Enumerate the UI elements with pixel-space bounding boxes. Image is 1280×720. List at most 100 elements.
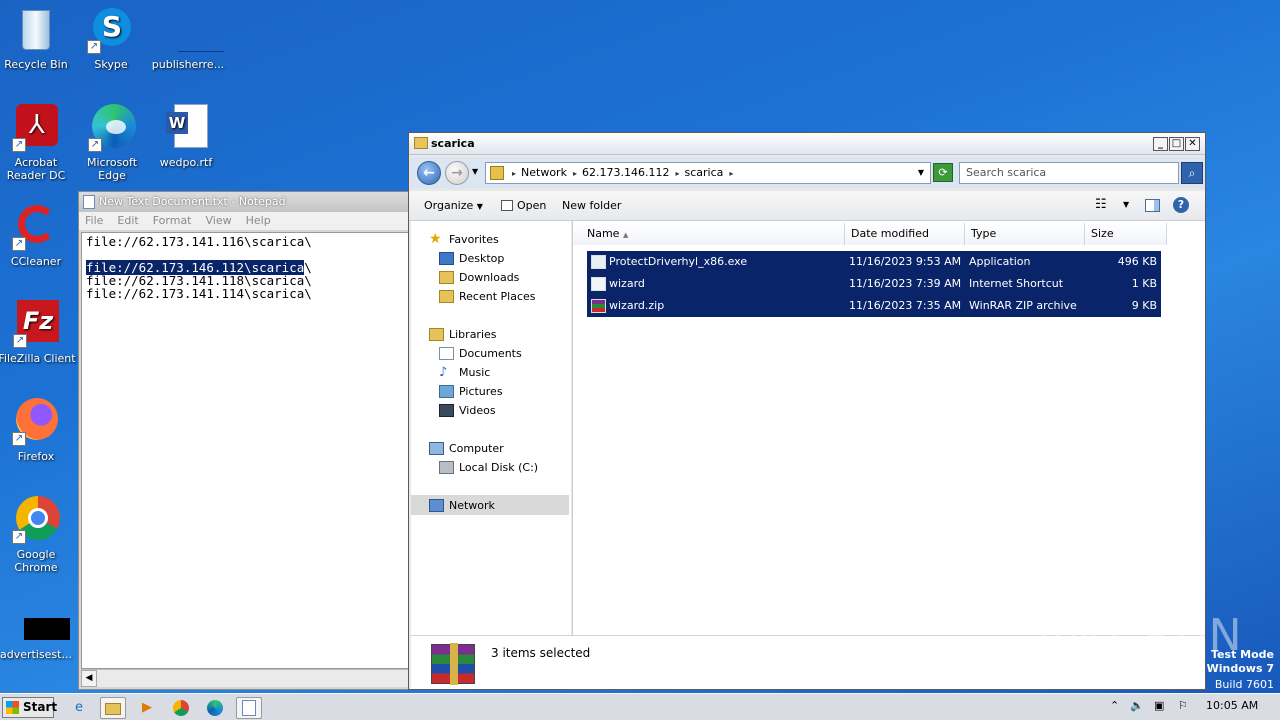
- nav-downloads[interactable]: Downloads: [439, 269, 519, 287]
- notepad-taskbar-button[interactable]: [236, 697, 262, 719]
- network-tray-icon[interactable]: ▣: [1154, 699, 1164, 712]
- volume-icon[interactable]: 🔈: [1130, 699, 1144, 712]
- search-input[interactable]: Search scarica: [959, 162, 1179, 184]
- clock[interactable]: 10:05 AM: [1206, 699, 1258, 712]
- desktop-icon-label: wedpo.rtf: [159, 156, 213, 169]
- address-box[interactable]: Network 62.173.146.112 scarica ▼: [485, 162, 931, 184]
- nav-label: Documents: [459, 347, 522, 360]
- open-button[interactable]: Open: [501, 199, 546, 212]
- minimize-button[interactable]: _: [1153, 137, 1168, 151]
- edge-taskbar-icon[interactable]: [202, 697, 228, 719]
- menu-edit[interactable]: Edit: [117, 212, 138, 230]
- application-icon: [591, 255, 606, 269]
- notepad-text-area[interactable]: file://62.173.141.116\scarica\ file://62…: [81, 232, 411, 669]
- nav-videos[interactable]: Videos: [439, 402, 496, 420]
- nav-local-disk[interactable]: Local Disk (C:): [439, 459, 538, 477]
- media-player-icon[interactable]: ▶: [134, 697, 160, 719]
- folder-icon: [414, 137, 428, 149]
- file-date: 11/16/2023 7:35 AM: [849, 299, 962, 312]
- nav-favorites[interactable]: ★ Favorites: [429, 231, 499, 249]
- chrome-icon: ↗: [12, 496, 60, 544]
- shortcut-arrow-icon: ↗: [88, 138, 102, 152]
- column-header-name[interactable]: Name ▲: [573, 223, 845, 245]
- shortcut-arrow-icon: ↗: [87, 40, 101, 54]
- desktop-icon-skype[interactable]: S ↗ Skype: [73, 6, 149, 71]
- search-icon[interactable]: ⌕: [1181, 162, 1203, 184]
- nav-network[interactable]: Network: [429, 497, 495, 515]
- notepad-title-bar[interactable]: New Text Document.txt - Notepad: [79, 192, 411, 212]
- desktop-icon-firefox[interactable]: ↗ Firefox: [0, 398, 74, 463]
- scroll-left-icon[interactable]: ◀: [81, 670, 97, 687]
- explorer-taskbar-button[interactable]: [100, 697, 126, 719]
- show-hidden-icons[interactable]: ⌃: [1110, 699, 1119, 712]
- menu-file[interactable]: File: [85, 212, 103, 230]
- view-options-chevron-icon[interactable]: ▼: [1123, 200, 1129, 209]
- recent-pages-chevron-icon[interactable]: ▼: [472, 167, 478, 176]
- table-row[interactable]: wizard 11/16/2023 7:39 AM Internet Short…: [587, 273, 1161, 295]
- column-header-type[interactable]: Type: [965, 223, 1085, 245]
- desktop-icon-label: publisherre...: [151, 58, 225, 71]
- file-icon: [12, 608, 70, 644]
- nav-desktop[interactable]: Desktop: [439, 250, 504, 268]
- shortcut-arrow-icon: ↗: [12, 237, 26, 251]
- help-icon[interactable]: ?: [1173, 197, 1189, 213]
- explorer-window[interactable]: scarica _ □ ✕ ← → ▼ Network 62.173.146.1…: [408, 132, 1206, 690]
- column-header-size[interactable]: Size: [1085, 223, 1167, 245]
- filezilla-icon: Fz ↗: [13, 300, 61, 348]
- nav-label: Libraries: [449, 328, 497, 341]
- desktop-icon-edge[interactable]: ↗ Microsoft Edge: [73, 104, 151, 182]
- desktop-icon-acrobat[interactable]: ⅄ ↗ Acrobat Reader DC: [0, 104, 74, 182]
- winrar-archive-icon: [591, 299, 606, 313]
- menu-format[interactable]: Format: [153, 212, 192, 230]
- internet-explorer-icon[interactable]: e: [66, 697, 92, 719]
- chrome-taskbar-icon[interactable]: [168, 697, 194, 719]
- desktop-icon-chrome[interactable]: ↗ Google Chrome: [0, 496, 74, 574]
- computer-icon: [429, 442, 444, 455]
- chrome-icon: [173, 700, 189, 716]
- table-row[interactable]: wizard.zip 11/16/2023 7:35 AM WinRAR ZIP…: [587, 295, 1161, 317]
- explorer-title-bar[interactable]: scarica _ □ ✕: [409, 133, 1205, 155]
- desktop-icon-wedpo[interactable]: W wedpo.rtf: [148, 104, 224, 169]
- address-dropdown-icon[interactable]: ▼: [918, 163, 924, 183]
- breadcrumb-network[interactable]: Network: [512, 163, 567, 183]
- menu-view[interactable]: View: [206, 212, 232, 230]
- table-row[interactable]: ProtectDriverhyl_x86.exe 11/16/2023 9:53…: [587, 251, 1161, 273]
- desktop-icon-label: Acrobat Reader DC: [6, 156, 66, 182]
- close-button[interactable]: ✕: [1185, 137, 1200, 151]
- file-size: 9 KB: [1131, 299, 1157, 312]
- nav-libraries[interactable]: Libraries: [429, 326, 497, 344]
- desktop-icon-ccleaner[interactable]: ↗ CCleaner: [0, 203, 74, 268]
- desktop-icon-advertisest[interactable]: advertisest...: [0, 608, 74, 661]
- pictures-icon: [439, 385, 454, 398]
- change-view-icon[interactable]: ☷: [1095, 197, 1107, 212]
- nav-pictures[interactable]: Pictures: [439, 383, 503, 401]
- desktop-icon-filezilla[interactable]: Fz ↗ FileZilla Client: [0, 300, 76, 365]
- organize-button[interactable]: Organize ▼: [424, 199, 483, 212]
- nav-recent-places[interactable]: Recent Places: [439, 288, 536, 306]
- start-button[interactable]: Start: [2, 697, 57, 718]
- refresh-button[interactable]: ⟳: [933, 163, 953, 182]
- menu-help[interactable]: Help: [246, 212, 271, 230]
- desktop-icon-label: Firefox: [17, 450, 55, 463]
- nav-documents[interactable]: Documents: [439, 345, 522, 363]
- nav-label: Music: [459, 366, 491, 379]
- desktop-icon-publisher[interactable]: publisherre...: [148, 6, 228, 71]
- forward-button[interactable]: →: [445, 161, 469, 185]
- horizontal-scrollbar[interactable]: ◀: [81, 669, 411, 687]
- notepad-window[interactable]: New Text Document.txt - Notepad File Edi…: [78, 191, 412, 690]
- preview-pane-icon[interactable]: [1145, 199, 1160, 212]
- file-list-pane[interactable]: Name ▲ Date modified Type Size ProtectDr…: [572, 221, 1205, 635]
- nav-music[interactable]: ♪ Music: [439, 364, 490, 382]
- desktop-icon-recycle-bin[interactable]: Recycle Bin: [0, 6, 74, 71]
- network-icon: [429, 499, 444, 512]
- new-folder-button[interactable]: New folder: [562, 199, 621, 212]
- column-header-date[interactable]: Date modified: [845, 223, 965, 245]
- breadcrumb-host[interactable]: 62.173.146.112: [573, 163, 669, 183]
- breadcrumb-folder[interactable]: scarica: [675, 163, 723, 183]
- maximize-button[interactable]: □: [1169, 137, 1184, 151]
- text-line: file://62.173.141.114\scarica\: [86, 286, 312, 301]
- breadcrumb-subfolders-chevron-icon[interactable]: [729, 163, 738, 183]
- nav-computer[interactable]: Computer: [429, 440, 504, 458]
- back-button[interactable]: ←: [417, 161, 441, 185]
- action-center-flag-icon[interactable]: ⚐: [1178, 699, 1188, 712]
